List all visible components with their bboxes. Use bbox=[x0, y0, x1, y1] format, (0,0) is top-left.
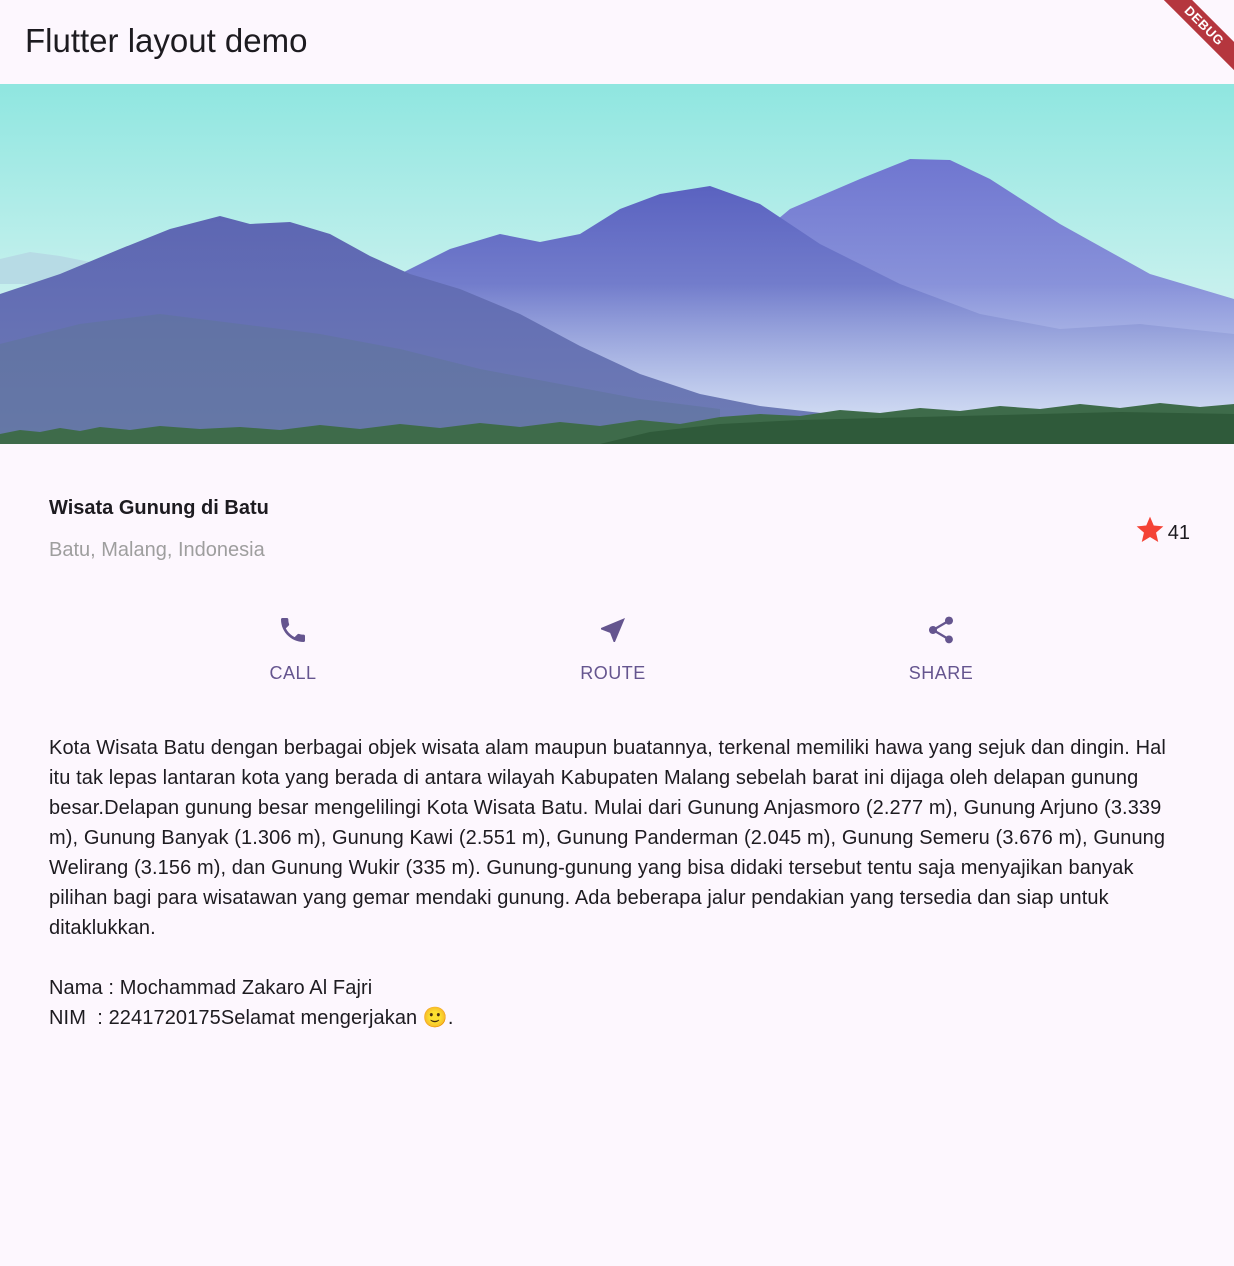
route-button-label: ROUTE bbox=[580, 663, 646, 683]
share-button[interactable]: SHARE bbox=[871, 610, 1011, 690]
share-button-label: SHARE bbox=[908, 663, 974, 683]
mountain-landscape-image bbox=[0, 84, 1234, 444]
hero-image bbox=[0, 84, 1234, 444]
app-bar: Flutter layout demo bbox=[0, 0, 1234, 84]
action-button-row: CALL ROUTE SHARE bbox=[0, 610, 1234, 690]
phone-icon bbox=[273, 610, 313, 650]
description-text: Kota Wisata Batu dengan berbagai objek w… bbox=[49, 737, 1166, 1029]
rating: 41 bbox=[1134, 514, 1190, 551]
share-icon bbox=[921, 610, 961, 650]
rating-count: 41 bbox=[1167, 521, 1190, 544]
app-window: Flutter layout demo DEBUG Wisata Gunung … bbox=[0, 0, 1234, 1266]
place-name: Wisata Gunung di Batu bbox=[49, 497, 269, 519]
app-bar-title: Flutter layout demo bbox=[25, 22, 308, 59]
title-section: Wisata Gunung di Batu Batu, Malang, Indo… bbox=[49, 490, 1194, 570]
call-button-label: CALL bbox=[269, 663, 317, 683]
route-button[interactable]: ROUTE bbox=[543, 610, 683, 690]
near-me-icon bbox=[593, 610, 633, 650]
star-icon bbox=[1134, 514, 1166, 551]
place-location: Batu, Malang, Indonesia bbox=[49, 539, 265, 561]
call-button[interactable]: CALL bbox=[223, 610, 363, 690]
